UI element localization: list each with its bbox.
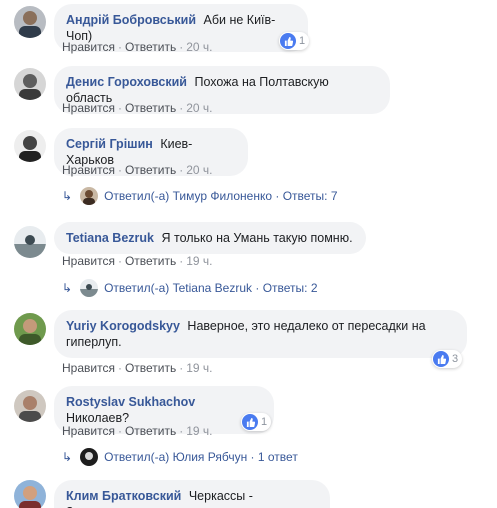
reaction-count[interactable]: 1 xyxy=(279,32,310,50)
reply-arrow-icon: ↳ xyxy=(62,189,73,203)
reaction-number: 1 xyxy=(261,416,268,428)
view-replies[interactable]: ↳ Ответил(-а) Юлия Рябчун · 1 ответ xyxy=(62,447,298,467)
timestamp[interactable]: 19 ч. xyxy=(186,254,212,268)
replies-answered-label: Ответил(-а) xyxy=(104,281,170,295)
avatar[interactable] xyxy=(14,390,46,422)
like-link[interactable]: Нравится xyxy=(62,254,115,268)
avatar[interactable] xyxy=(14,6,46,38)
reply-arrow-icon: ↳ xyxy=(62,450,73,464)
comment-text-cont: гиперлуп. xyxy=(66,335,122,349)
avatar[interactable] xyxy=(14,226,46,258)
avatar[interactable] xyxy=(14,480,46,508)
comment-bubble: Tetiana Bezruk Я только на Умань такую п… xyxy=(54,222,366,254)
view-replies[interactable]: ↳ Ответил(-а) Тимур Филоненко · Ответы: … xyxy=(62,186,338,206)
like-icon xyxy=(433,351,449,367)
comment-text: Наверное, это недалеко от пересадки на xyxy=(187,319,426,333)
comment-actions: Нравится · Ответить · 20 ч. xyxy=(62,40,213,54)
avatar xyxy=(80,187,99,205)
avatar[interactable] xyxy=(14,130,46,162)
reply-link[interactable]: Ответить xyxy=(125,361,176,375)
like-link[interactable]: Нравится xyxy=(62,361,115,375)
comment-bubble: Yuriy Korogodskyy Наверное, это недалеко… xyxy=(54,310,467,358)
author-name[interactable]: Сергій Грішин xyxy=(66,137,153,151)
like-icon xyxy=(280,33,296,49)
replies-answered-label: Ответил(-а) xyxy=(104,189,170,203)
separator: · xyxy=(250,450,255,464)
comment-actions: Нравится · Ответить · 19 ч. xyxy=(62,254,213,268)
like-icon xyxy=(242,414,258,430)
comment-actions: Нравится · Ответить · 19 ч. xyxy=(62,361,213,375)
comment-text: Я только на Умань такую помню. xyxy=(161,231,353,245)
reaction-count[interactable]: 3 xyxy=(432,350,463,368)
timestamp[interactable]: 20 ч. xyxy=(186,101,212,115)
timestamp[interactable]: 19 ч. xyxy=(186,424,212,438)
replier-name: Тимур Филоненко xyxy=(172,189,273,203)
replier-name: Tetiana Bezruk xyxy=(172,281,253,295)
view-replies[interactable]: ↳ Ответил(-а) Tetiana Bezruk · Ответы: 2 xyxy=(62,278,318,298)
avatar xyxy=(80,279,99,297)
separator: · xyxy=(275,189,280,203)
comment-bubble: Клим Братковский Черкассы - Запорожье xyxy=(54,480,330,508)
avatar[interactable] xyxy=(14,68,46,100)
replier-name: Юлия Рябчун xyxy=(172,450,248,464)
comment-actions: Нравится · Ответить · 20 ч. xyxy=(62,163,213,177)
author-name[interactable]: Клим Братковский xyxy=(66,489,181,503)
comment-actions: Нравится · Ответить · 19 ч. xyxy=(62,424,213,438)
comment-text: Николаев? xyxy=(66,411,130,425)
separator: · xyxy=(255,281,260,295)
avatar xyxy=(80,448,99,466)
like-link[interactable]: Нравится xyxy=(62,163,115,177)
like-link[interactable]: Нравится xyxy=(62,101,115,115)
timestamp[interactable]: 20 ч. xyxy=(186,40,212,54)
replies-answered-label: Ответил(-а) xyxy=(104,450,170,464)
like-link[interactable]: Нравится xyxy=(62,424,115,438)
author-name[interactable]: Yuriy Korogodskyy xyxy=(66,319,180,333)
timestamp[interactable]: 19 ч. xyxy=(186,361,212,375)
replies-count: Ответы: 2 xyxy=(262,281,318,295)
reaction-number: 1 xyxy=(299,35,306,47)
reply-link[interactable]: Ответить xyxy=(125,254,176,268)
reaction-count[interactable]: 1 xyxy=(241,413,272,431)
comment-actions: Нравится · Ответить · 20 ч. xyxy=(62,101,213,115)
avatar[interactable] xyxy=(14,313,46,345)
replies-count: 1 ответ xyxy=(257,450,298,464)
reaction-number: 3 xyxy=(452,353,459,365)
reply-link[interactable]: Ответить xyxy=(125,163,176,177)
author-name[interactable]: Андрій Бобровський xyxy=(66,13,196,27)
author-name[interactable]: Rostyslav Sukhachov xyxy=(66,395,195,409)
reply-link[interactable]: Ответить xyxy=(125,40,176,54)
timestamp[interactable]: 20 ч. xyxy=(186,163,212,177)
replies-count: Ответы: 7 xyxy=(282,189,338,203)
like-link[interactable]: Нравится xyxy=(62,40,115,54)
reply-link[interactable]: Ответить xyxy=(125,101,176,115)
author-name[interactable]: Денис Гороховский xyxy=(66,75,187,89)
reply-link[interactable]: Ответить xyxy=(125,424,176,438)
author-name[interactable]: Tetiana Bezruk xyxy=(66,231,154,245)
reply-arrow-icon: ↳ xyxy=(62,281,73,295)
